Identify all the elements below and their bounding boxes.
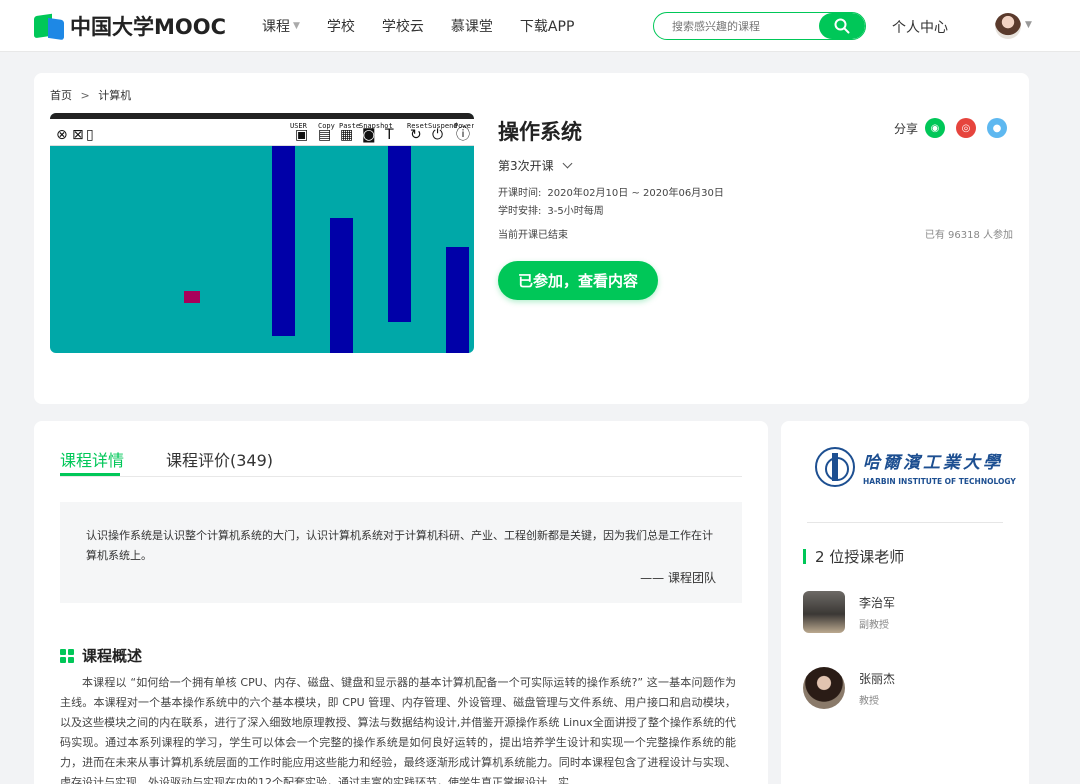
grid-icon — [60, 648, 74, 663]
course-details-card: 课程详情 课程评价(349) 认识操作系统是认识整个计算机系统的大门，认识计算机… — [34, 421, 768, 784]
search-box — [653, 12, 866, 40]
participant-count: 已有 96318 人参加 — [924, 230, 1013, 241]
caret-down-icon: ▼ — [293, 21, 300, 31]
teachers-title: 2 位授课老师 — [815, 548, 905, 566]
emulator-toolbar: ⊗ ⊠ ▯ USER Copy Paste Snapshot Reset Sus… — [50, 113, 474, 146]
reset-icon: ↻ — [410, 127, 422, 143]
course-schedule: 学时安排: 3-5小时每周 — [498, 202, 604, 217]
search-button[interactable] — [819, 13, 865, 39]
nav-item-schools[interactable]: 学校 — [327, 16, 355, 36]
teacher-name: 李治军 — [859, 595, 896, 610]
teacher-item[interactable]: 张丽杰 教授 — [803, 667, 895, 709]
team-quote: 认识操作系统是认识整个计算机系统的大门，认识计算机系统对于计算机科研、产业、工程… — [60, 502, 742, 603]
tab-course-reviews[interactable]: 课程评价(349) — [166, 447, 273, 471]
schedule-value: 3-5小时每周 — [547, 206, 604, 217]
screen-bar — [330, 218, 353, 353]
chevron-down-icon — [562, 158, 573, 169]
university-name-en: HARBIN INSTITUTE OF TECHNOLOGY — [863, 477, 1016, 486]
paste-icon: ▦ — [340, 127, 354, 143]
divider — [807, 522, 1003, 523]
suspend-icon: ⏻ — [432, 127, 444, 143]
site-logo[interactable]: 中国大学MOOC — [34, 12, 227, 41]
teacher-item[interactable]: 李治军 副教授 — [803, 591, 895, 633]
course-info-card: 首页 > 计算机 ⊗ ⊠ ▯ USER Copy Paste Snapshot … — [34, 73, 1029, 404]
main-nav: 课程 ▼ 学校 学校云 慕课堂 下载APP — [262, 0, 601, 52]
nav-item-mooc-classroom[interactable]: 慕课堂 — [451, 16, 493, 36]
university-emblem-icon — [815, 447, 855, 487]
teachers-heading: 2 位授课老师 — [803, 546, 904, 567]
overview-heading: 课程概述 — [60, 645, 142, 666]
weibo-icon[interactable]: ◎ — [956, 118, 977, 138]
config-icon: T — [385, 127, 394, 143]
course-status: 当前开课已结束 — [498, 230, 568, 241]
quote-signature: —— 课程团队 — [640, 571, 716, 585]
overview-text: 本课程以 “如何给一个拥有单核 CPU、内存、磁盘、键盘和显示器的基本计算机配备… — [60, 676, 736, 784]
breadcrumb-current[interactable]: 计算机 — [98, 89, 131, 102]
quote-text: 认识操作系统是认识整个计算机系统的大门，认识计算机系统对于计算机科研、产业、工程… — [86, 529, 713, 562]
share-label: 分享 — [894, 121, 919, 136]
session-selector[interactable]: 第3次开课 — [498, 157, 573, 174]
screen-bar — [272, 146, 295, 336]
tab-course-details[interactable]: 课程详情 — [60, 447, 124, 471]
session-label: 第3次开课 — [498, 159, 554, 173]
teacher-title: 教授 — [859, 695, 879, 707]
overview-title: 课程概述 — [82, 647, 143, 665]
teacher-avatar — [803, 667, 845, 709]
user-icon: ▣ — [295, 127, 309, 143]
power-icon: ⓘ — [456, 127, 470, 143]
user-avatar[interactable] — [995, 13, 1021, 39]
university-card: 哈爾濱工業大學 HARBIN INSTITUTE OF TECHNOLOGY 2… — [781, 421, 1029, 784]
schedule-label: 学时安排: — [498, 206, 542, 217]
mouse-icon: ▯ — [86, 127, 94, 143]
camera-icon: ◙ — [362, 127, 376, 143]
breadcrumb-home[interactable]: 首页 — [50, 89, 72, 102]
university-logo[interactable]: 哈爾濱工業大學 HARBIN INSTITUTE OF TECHNOLOGY — [815, 447, 1016, 487]
nav-label: 学校云 — [381, 19, 424, 35]
nav-label: 下载APP — [519, 19, 575, 35]
floppy-icon: ⊗ — [56, 127, 68, 143]
breadcrumb: 首页 > 计算机 — [50, 87, 131, 103]
search-input[interactable] — [654, 13, 820, 39]
copy-icon: ▤ — [318, 127, 332, 143]
teacher-title: 副教授 — [859, 619, 889, 631]
screen-bar — [446, 247, 469, 353]
heading-marker — [803, 549, 806, 564]
view-content-button[interactable]: 已参加，查看内容 — [498, 261, 658, 300]
nav-label: 学校 — [326, 19, 355, 35]
qq-icon[interactable]: ● — [987, 118, 1008, 138]
search-icon — [834, 18, 850, 34]
breadcrumb-separator: > — [80, 89, 90, 102]
teacher-avatar — [803, 591, 845, 633]
nav-label: 课程 — [262, 19, 290, 35]
course-cover-image: ⊗ ⊠ ▯ USER Copy Paste Snapshot Reset Sus… — [50, 113, 474, 353]
logo-text: 中国大学MOOC — [70, 15, 227, 39]
share-bar: 分享 ◉ ◎ ● — [894, 118, 1018, 138]
screen-bar — [388, 146, 411, 322]
nav-label: 慕课堂 — [450, 19, 493, 35]
detail-tabs: 课程详情 课程评价(349) — [60, 421, 742, 477]
time-label: 开课时间: — [498, 188, 542, 199]
logo-icon — [34, 13, 66, 41]
active-tab-indicator — [60, 473, 120, 476]
screen-cursor-block — [184, 291, 200, 303]
top-header: 中国大学MOOC 课程 ▼ 学校 学校云 慕课堂 下载APP 个人中心 ▼ — [0, 0, 1080, 52]
nav-item-courses[interactable]: 课程 ▼ — [262, 16, 300, 36]
course-title: 操作系统 — [498, 120, 582, 144]
university-name-cn: 哈爾濱工業大學 — [863, 453, 1003, 473]
nav-item-school-cloud[interactable]: 学校云 — [382, 16, 424, 36]
time-value: 2020年02月10日 ~ 2020年06月30日 — [547, 188, 724, 199]
user-center-link[interactable]: 个人中心 — [892, 17, 948, 37]
nav-item-download-app[interactable]: 下载APP — [520, 16, 574, 36]
teacher-name: 张丽杰 — [859, 671, 896, 686]
caret-down-icon[interactable]: ▼ — [1025, 20, 1032, 30]
disk-icon: ⊠ — [72, 127, 84, 143]
course-time: 开课时间: 2020年02月10日 ~ 2020年06月30日 — [498, 184, 724, 199]
wechat-icon[interactable]: ◉ — [925, 118, 946, 138]
